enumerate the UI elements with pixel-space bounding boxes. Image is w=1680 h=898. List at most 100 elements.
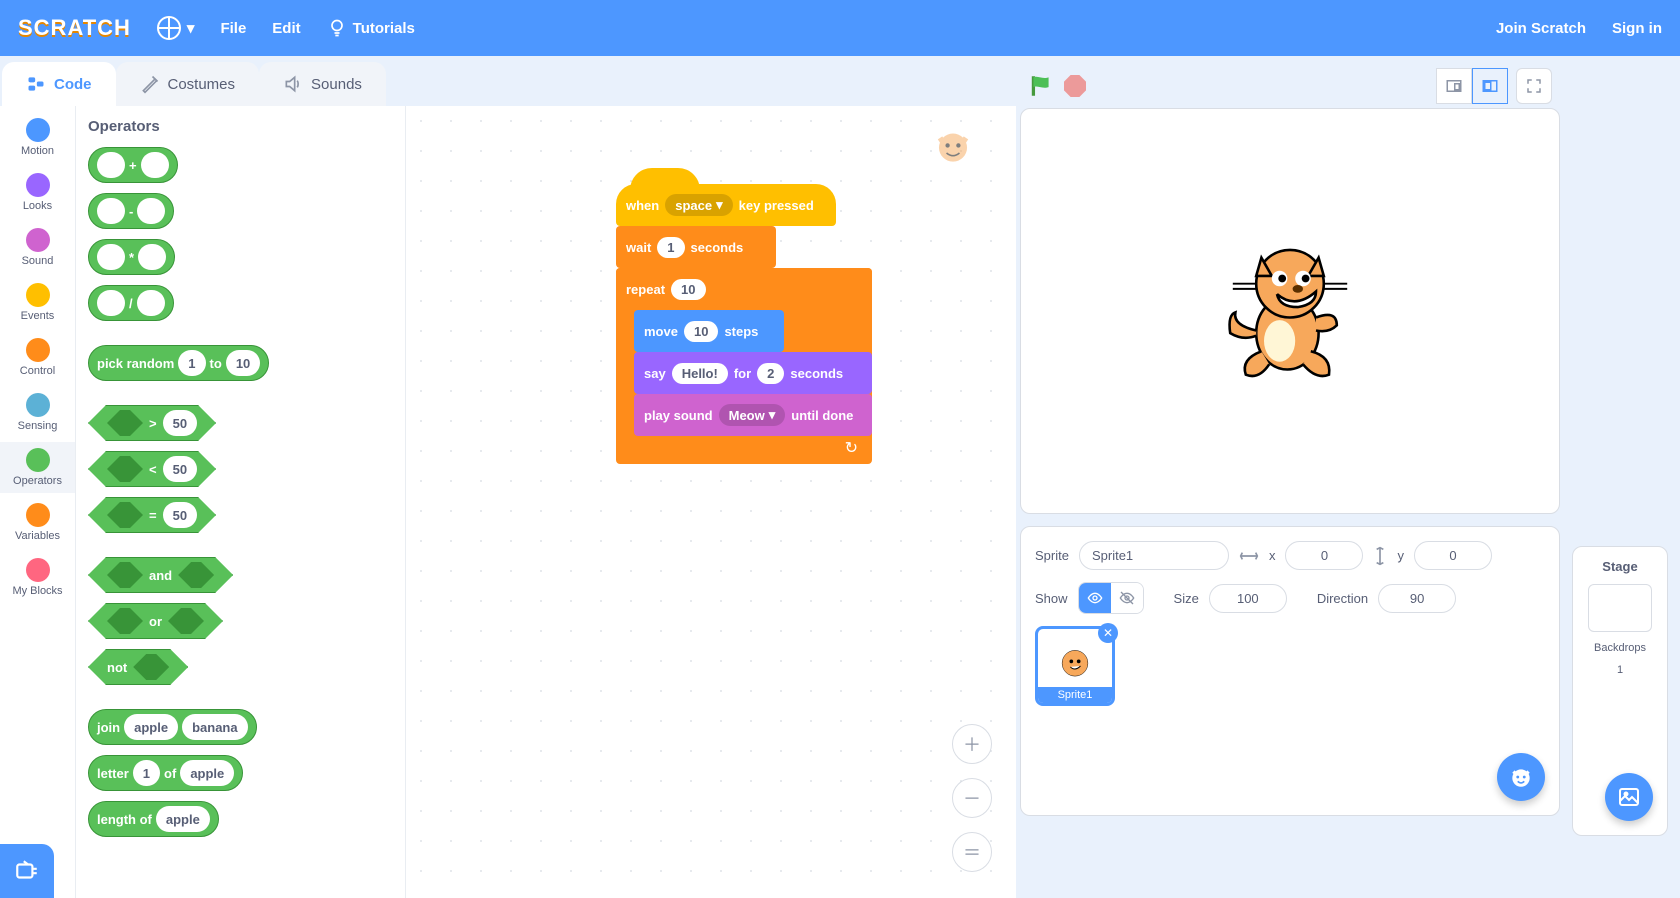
myblocks-dot-icon xyxy=(26,558,50,582)
stage-title: Stage xyxy=(1602,559,1637,574)
stage-header xyxy=(1020,64,1560,108)
control-dot-icon xyxy=(26,338,50,362)
small-stage-icon xyxy=(1445,77,1463,95)
repeat-count-input[interactable]: 10 xyxy=(671,279,705,300)
events-dot-icon xyxy=(26,283,50,307)
backdrop-count: 1 xyxy=(1617,664,1623,676)
tutorials-button[interactable]: Tutorials xyxy=(327,18,415,38)
motion-dot-icon xyxy=(26,118,50,142)
operator-pick-random-block[interactable]: pick random1to10 xyxy=(88,345,269,381)
block-palette[interactable]: Operators + - * / pick random1to10 >50 <… xyxy=(76,106,406,898)
sprite-size-input[interactable] xyxy=(1209,584,1287,613)
menubar: SCRATCH ▾ File Edit Tutorials Join Scrat… xyxy=(0,0,1680,56)
operator-add-block[interactable]: + xyxy=(88,147,178,183)
variables-dot-icon xyxy=(26,503,50,527)
operator-gt-block[interactable]: >50 xyxy=(88,405,216,441)
repeat-block[interactable]: repeat 10 move 10 steps say Hello! xyxy=(616,268,872,464)
hide-sprite-button[interactable] xyxy=(1111,583,1143,613)
show-label: Show xyxy=(1035,591,1068,606)
zoom-out-button[interactable]: － xyxy=(952,778,992,818)
block-stack[interactable]: when space ▾ key pressed wait 1 seconds … xyxy=(616,184,872,464)
operator-subtract-block[interactable]: - xyxy=(88,193,174,229)
operator-letter-of-block[interactable]: letter1ofapple xyxy=(88,755,243,791)
backdrops-label: Backdrops xyxy=(1594,642,1646,654)
sprite-direction-input[interactable] xyxy=(1378,584,1456,613)
cat-face-icon xyxy=(1508,764,1534,790)
sprite-on-stage[interactable] xyxy=(1225,236,1355,386)
zoom-reset-button[interactable]: ＝ xyxy=(952,832,992,872)
green-flag-button[interactable] xyxy=(1028,73,1054,99)
join-scratch-button[interactable]: Join Scratch xyxy=(1496,20,1586,37)
show-sprite-button[interactable] xyxy=(1079,583,1111,613)
operator-divide-block[interactable]: / xyxy=(88,285,174,321)
stop-button[interactable] xyxy=(1064,75,1086,97)
language-menu[interactable]: ▾ xyxy=(157,16,195,40)
large-stage-button[interactable] xyxy=(1472,68,1508,104)
tab-code[interactable]: Code xyxy=(2,62,116,106)
sprite-name-input[interactable] xyxy=(1079,541,1229,570)
eye-off-icon xyxy=(1119,590,1135,606)
category-sensing[interactable]: Sensing xyxy=(0,387,75,438)
operator-join-block[interactable]: joinapplebanana xyxy=(88,709,257,745)
move-steps-input[interactable]: 10 xyxy=(684,321,718,342)
when-key-pressed-block[interactable]: when space ▾ key pressed xyxy=(616,184,836,226)
code-icon xyxy=(26,74,46,94)
sprite-watermark-icon xyxy=(926,126,980,180)
category-my-blocks[interactable]: My Blocks xyxy=(0,552,75,603)
move-steps-block[interactable]: move 10 steps xyxy=(634,310,784,352)
file-menu[interactable]: File xyxy=(220,20,246,37)
script-workspace[interactable]: when space ▾ key pressed wait 1 seconds … xyxy=(406,106,1016,898)
stage-canvas[interactable] xyxy=(1020,108,1560,514)
stage-selector[interactable]: Stage Backdrops 1 xyxy=(1572,546,1668,836)
category-looks[interactable]: Looks xyxy=(0,167,75,218)
operator-not-block[interactable]: not xyxy=(88,649,188,685)
size-label: Size xyxy=(1174,591,1199,606)
sign-in-button[interactable]: Sign in xyxy=(1612,20,1662,37)
category-operators[interactable]: Operators xyxy=(0,442,75,493)
sprite-x-input[interactable] xyxy=(1285,541,1363,570)
category-motion[interactable]: Motion xyxy=(0,112,75,163)
category-events[interactable]: Events xyxy=(0,277,75,328)
sound-dropdown[interactable]: Meow ▾ xyxy=(719,404,786,426)
sprite-thumbnail-icon xyxy=(1052,643,1098,689)
wait-seconds-input[interactable]: 1 xyxy=(657,237,684,258)
sprite-thumbnail[interactable]: ✕ Sprite1 xyxy=(1035,626,1115,706)
play-sound-until-done-block[interactable]: play sound Meow ▾ until done xyxy=(634,394,872,436)
tutorials-label: Tutorials xyxy=(353,20,415,37)
delete-sprite-button[interactable]: ✕ xyxy=(1098,623,1118,643)
wait-block[interactable]: wait 1 seconds xyxy=(616,226,776,268)
y-axis-icon xyxy=(1373,546,1387,566)
add-sprite-button[interactable] xyxy=(1497,753,1545,801)
backdrop-thumbnail[interactable] xyxy=(1588,584,1652,632)
globe-icon xyxy=(157,16,181,40)
operator-eq-block[interactable]: =50 xyxy=(88,497,216,533)
fullscreen-button[interactable] xyxy=(1516,68,1552,104)
visibility-toggle xyxy=(1078,582,1144,614)
operator-multiply-block[interactable]: * xyxy=(88,239,175,275)
tab-sounds[interactable]: Sounds xyxy=(259,62,386,106)
tab-sounds-label: Sounds xyxy=(311,76,362,93)
scratch-logo[interactable]: SCRATCH xyxy=(18,15,131,41)
sprite-y-input[interactable] xyxy=(1414,541,1492,570)
say-for-seconds-block[interactable]: say Hello! for 2 seconds xyxy=(634,352,872,394)
zoom-in-button[interactable]: ＋ xyxy=(952,724,992,764)
say-message-input[interactable]: Hello! xyxy=(672,363,728,384)
operator-or-block[interactable]: or xyxy=(88,603,223,639)
tab-costumes-label: Costumes xyxy=(168,76,236,93)
operator-lt-block[interactable]: <50 xyxy=(88,451,216,487)
say-seconds-input[interactable]: 2 xyxy=(757,363,784,384)
add-backdrop-button[interactable] xyxy=(1605,773,1653,821)
category-control[interactable]: Control xyxy=(0,332,75,383)
tab-costumes[interactable]: Costumes xyxy=(116,62,260,106)
small-stage-button[interactable] xyxy=(1436,68,1472,104)
edit-menu[interactable]: Edit xyxy=(272,20,300,37)
operator-and-block[interactable]: and xyxy=(88,557,233,593)
fullscreen-icon xyxy=(1525,77,1543,95)
backpack-button[interactable] xyxy=(0,844,54,898)
category-sound[interactable]: Sound xyxy=(0,222,75,273)
operator-length-of-block[interactable]: length ofapple xyxy=(88,801,219,837)
category-variables[interactable]: Variables xyxy=(0,497,75,548)
key-dropdown[interactable]: space ▾ xyxy=(665,194,732,216)
y-label: y xyxy=(1397,548,1404,563)
sound-dot-icon xyxy=(26,228,50,252)
